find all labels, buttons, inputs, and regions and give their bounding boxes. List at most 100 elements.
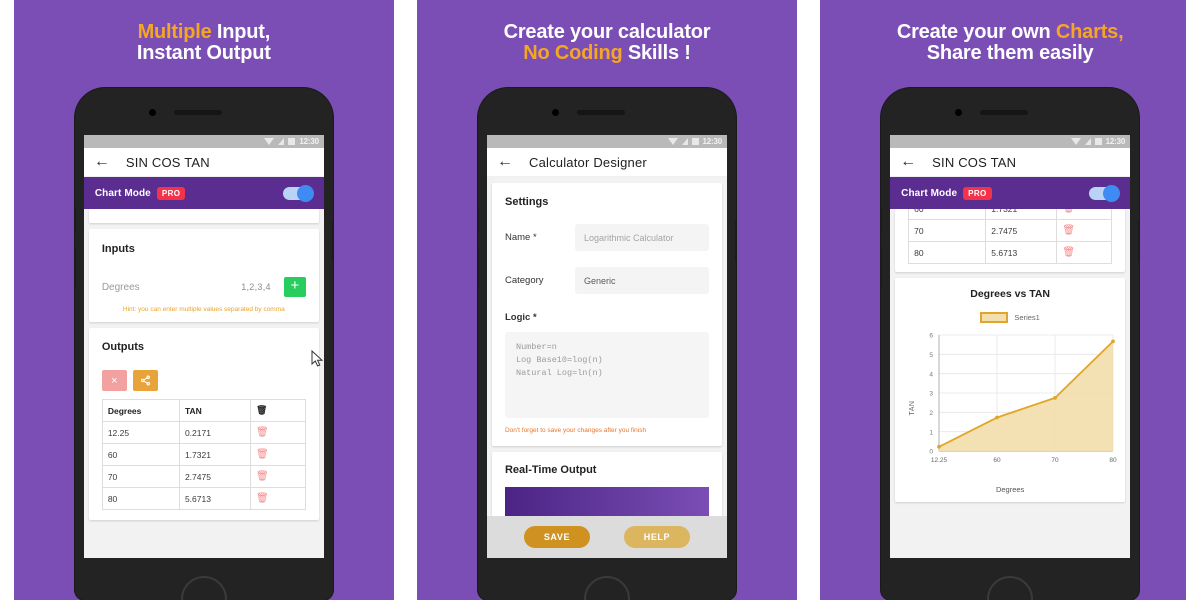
chart-mode-toggle[interactable] [282,184,314,202]
status-bar: 12:30 [890,135,1131,148]
cell-degrees: 70 [908,219,987,242]
headline-panel-1: Multiple Input, Instant Output [14,22,394,64]
speaker-grille [576,110,625,115]
home-button[interactable] [987,576,1034,600]
outputs-actions: × [101,370,306,391]
camera-icon [551,109,559,116]
app-bar: ← SIN COS TAN [83,148,324,177]
cell-tan: 2.7475 [985,219,1058,242]
cell-delete: 🗑 [250,443,306,466]
legend-label: Series1 [1014,313,1040,322]
status-time: 12:30 [1105,137,1126,146]
chart-legend: Series1 [903,312,1117,323]
app-content-2: Settings Name * Logarithmic Calculator C… [486,177,727,558]
volume-up-button[interactable] [881,208,883,234]
results-table: Degrees TAN 🗑 12.25 0.2171 🗑 60 1.7321 🗑… [101,399,306,510]
delete-row-icon[interactable]: 🗑 [256,493,269,504]
svg-text:70: 70 [1052,457,1060,464]
chart-mode-label: Chart Mode [901,187,958,199]
save-warning-text: Don't forget to save your changes after … [504,427,647,434]
area-chart: 0 1 2 3 4 5 6 12.25 60 70 80 [930,333,1118,464]
marketing-screenshot-set: Multiple Input, Instant Output 12:30 ← S… [0,0,1200,600]
header-delete-icon: 🗑 [250,399,306,422]
volume-down-button[interactable] [477,246,479,288]
delete-row-icon[interactable]: 🗑 [1062,209,1075,214]
toggle-knob [1103,184,1121,202]
name-input[interactable]: Logarithmic Calculator [574,224,709,251]
phone-mockup-1: 12:30 ← SIN COS TAN Chart Mode PRO Input… [74,88,333,600]
headline-line-1: Create your calculator [503,21,711,43]
chart-x-axis-label: Degrees [995,485,1025,494]
phone-top-bezel [75,88,333,135]
left-margin [0,0,14,600]
chart-card: Degrees vs TAN Series1 TAN 0 1 2 3 4 5 6 12.25 6… [895,278,1126,502]
phone-screen-2: 12:30 ← Calculator Designer Settings Nam… [486,135,727,558]
panel-calculator-designer: Create your calculator No Coding Skills … [417,0,797,600]
table-row: 12.25 0.2171 🗑 [101,421,306,444]
chart-mode-toggle[interactable] [1089,184,1121,202]
signal-icon [1084,138,1091,145]
save-button[interactable]: SAVE [523,526,591,548]
cell-delete: 🗑 [250,487,306,510]
scrolled-results-card: 60 1.7321 🗑 70 2.7475 🗑 [895,209,1126,272]
delete-row-icon[interactable]: 🗑 [256,427,269,438]
cell-degrees: 60 [101,443,180,466]
speaker-grille [173,110,222,115]
power-button[interactable] [734,220,736,262]
home-button[interactable] [180,576,227,600]
phone-screen-1: 12:30 ← SIN COS TAN Chart Mode PRO Input… [83,135,324,558]
input-value-degrees[interactable]: 1,2,3,4 [241,282,271,292]
phone-top-bezel [478,88,736,135]
settings-card: Settings Name * Logarithmic Calculator C… [491,183,722,446]
delete-row-icon[interactable]: 🗑 [256,449,269,460]
svg-text:60: 60 [994,457,1002,464]
input-label-degrees: Degrees [101,281,140,293]
share-icon [140,375,150,386]
cell-delete: 🗑 [250,421,306,444]
delete-row-icon[interactable]: 🗑 [1062,247,1075,258]
battery-icon [691,138,699,145]
add-input-button[interactable]: + [283,277,306,297]
cell-degrees: 12.25 [101,421,180,444]
delete-row-icon[interactable]: 🗑 [256,471,269,482]
cell-tan: 5.6713 [985,241,1058,264]
volume-down-button[interactable] [74,246,76,288]
camera-icon [148,109,156,116]
right-margin [1186,0,1200,600]
back-arrow-icon[interactable]: ← [497,154,513,170]
headline-highlight: No Coding [523,42,623,64]
logic-code-editor[interactable]: Number=n Log Base10=log(n) Natural Log=l… [504,332,709,418]
panel-gap-1 [393,0,418,600]
back-arrow-icon[interactable]: ← [900,154,916,170]
category-input[interactable]: Generic [574,267,709,294]
delete-row-icon[interactable]: 🗑 [1062,225,1075,236]
volume-up-button[interactable] [74,208,76,234]
volume-up-button[interactable] [477,208,479,234]
chart-mode-label: Chart Mode [94,187,151,199]
help-button[interactable]: HELP [623,526,691,548]
share-button[interactable] [132,370,158,391]
page-title: SIN COS TAN [125,154,210,170]
signal-icon [278,138,285,145]
form-row-name: Name * Logarithmic Calculator [505,224,709,251]
label-name: Name * [504,232,537,243]
power-button[interactable] [1138,220,1140,262]
cell-degrees: 80 [101,487,180,510]
app-content-3: 60 1.7321 🗑 70 2.7475 🗑 [890,209,1131,558]
volume-down-button[interactable] [881,246,883,288]
bottom-action-bar: SAVE HELP [486,516,727,558]
home-button[interactable] [583,576,630,600]
app-bar: ← SIN COS TAN [890,148,1131,177]
svg-text:80: 80 [1110,457,1118,464]
realtime-title: Real-Time Output [504,464,597,476]
clear-results-button[interactable]: × [101,370,127,391]
delete-all-icon[interactable]: 🗑 [256,405,267,415]
app-content-1: Inputs Degrees 1,2,3,4 + Hint: you can e… [83,209,324,558]
phone-mockup-3: 12:30 ← SIN COS TAN Chart Mode PRO 70 2.… [881,88,1140,600]
cell-tan: 5.6713 [178,487,252,510]
power-button[interactable] [331,220,333,262]
headline-rest: Skills ! [622,42,691,64]
input-hint: Hint: you can enter multiple values sepa… [122,306,285,313]
back-arrow-icon[interactable]: ← [94,154,110,170]
status-bar: 12:30 [486,135,727,148]
